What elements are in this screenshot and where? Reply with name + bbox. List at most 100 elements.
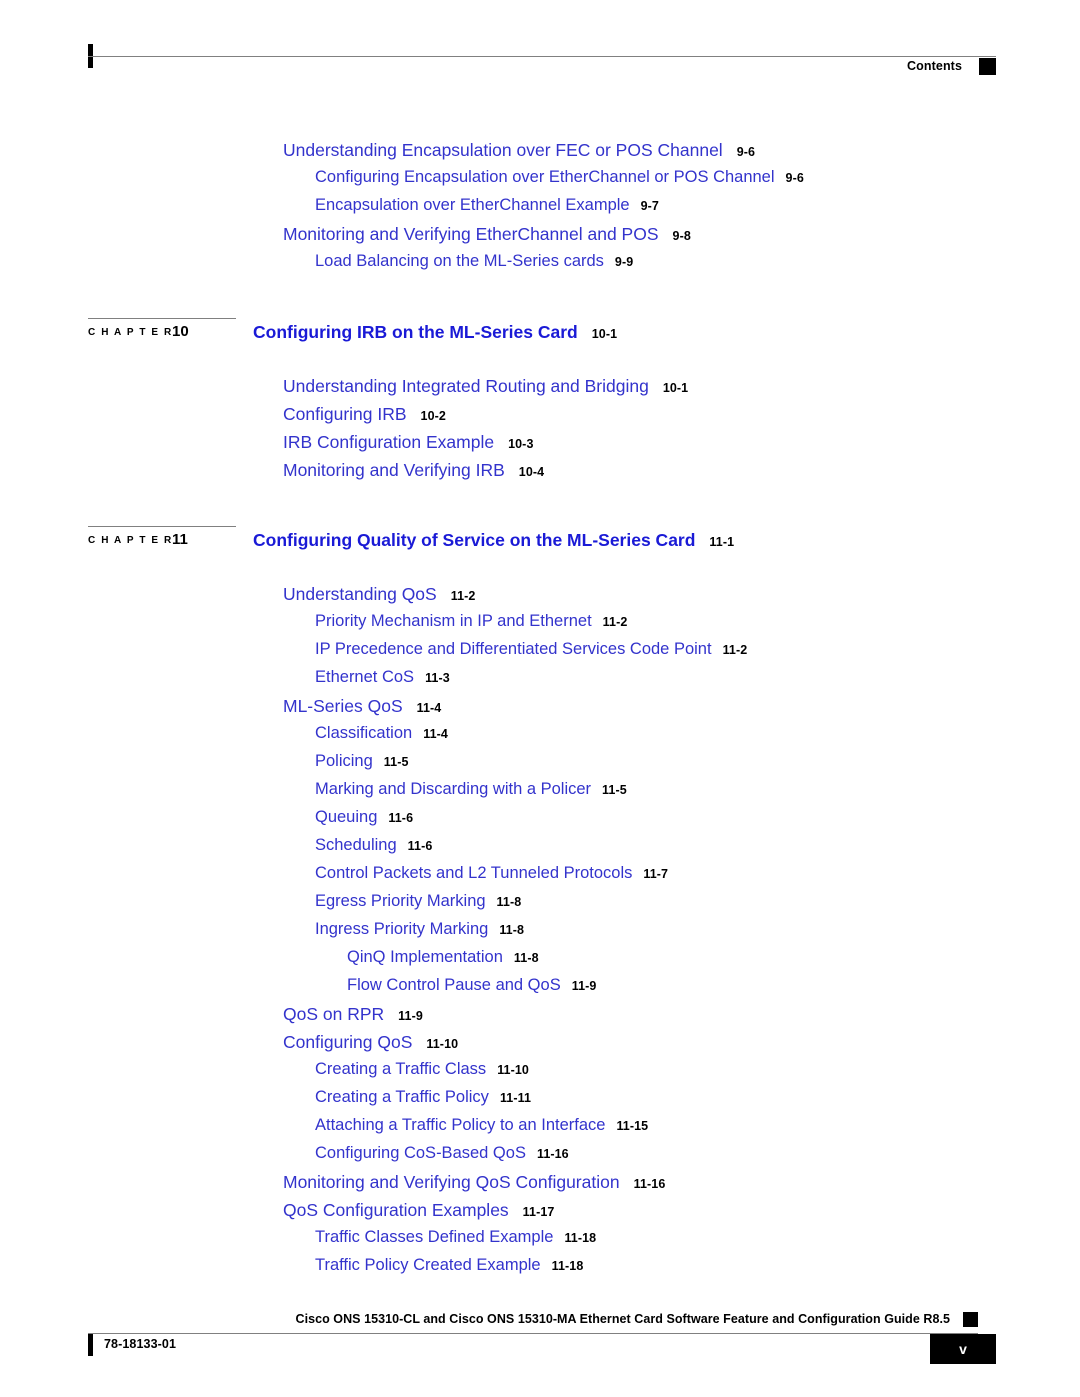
toc-entry-row[interactable]: Understanding Encapsulation over FEC or … [0,140,1080,168]
chapter-title-wrap[interactable]: Configuring Quality of Service on the ML… [253,530,734,551]
toc-entry-title-link[interactable]: Ethernet CoS [315,668,414,686]
toc-entry-row[interactable]: Understanding QoS 11-2 [0,584,1080,612]
toc-entry-row[interactable]: QoS on RPR 11-9 [0,1004,1080,1032]
toc-entry[interactable]: Monitoring and Verifying QoS Configurati… [283,1172,665,1193]
toc-entry-row[interactable]: Priority Mechanism in IP and Ethernet 11-… [0,612,1080,640]
toc-entry-title-link[interactable]: Configuring QoS [283,1032,412,1052]
toc-entry-title-link[interactable]: ML-Series QoS [283,696,403,716]
toc-entry[interactable]: Understanding Integrated Routing and Bri… [283,376,688,397]
chapter-title-link[interactable]: Configuring IRB on the ML-Series Card [253,322,578,342]
toc-entry-title-link[interactable]: QoS on RPR [283,1004,384,1024]
toc-entry-title-link[interactable]: Understanding Encapsulation over FEC or … [283,140,723,160]
toc-entry-row[interactable]: Traffic Policy Created Example 11-18 [0,1256,1080,1284]
toc-entry-title-link[interactable]: Policing [315,752,373,770]
toc-entry-row[interactable]: Encapsulation over EtherChannel Example 9… [0,196,1080,224]
toc-entry-row[interactable]: ML-Series QoS 11-4 [0,696,1080,724]
toc-entry[interactable]: Queuing 11-6 [315,808,413,827]
toc-entry-title-link[interactable]: Configuring Encapsulation over EtherChan… [315,168,775,186]
toc-entry-row[interactable]: IP Precedence and Differentiated Service… [0,640,1080,668]
toc-entry[interactable]: QoS on RPR 11-9 [283,1004,423,1025]
toc-entry-row[interactable]: Egress Priority Marking 11-8 [0,892,1080,920]
chapter-heading-row[interactable]: C H A P T E R 11 Configuring Quality of Se… [0,526,1080,572]
toc-entry-title-link[interactable]: Marking and Discarding with a Policer [315,780,591,798]
toc-entry[interactable]: Flow Control Pause and QoS 11-9 [347,976,596,995]
toc-entry-row[interactable]: Monitoring and Verifying QoS Configurati… [0,1172,1080,1200]
toc-entry-title-link[interactable]: Flow Control Pause and QoS [347,976,561,994]
toc-entry[interactable]: QoS Configuration Examples 11-17 [283,1200,554,1221]
toc-entry-row[interactable]: IRB Configuration Example 10-3 [0,432,1080,460]
toc-entry-row[interactable]: Load Balancing on the ML-Series cards 9-9 [0,252,1080,280]
toc-entry-row[interactable]: Creating a Traffic Policy 11-11 [0,1088,1080,1116]
toc-entry[interactable]: Attaching a Traffic Policy to an Interfa… [315,1116,648,1135]
toc-entry[interactable]: QinQ Implementation 11-8 [347,948,539,967]
toc-entry-title-link[interactable]: Monitoring and Verifying QoS Configurati… [283,1172,620,1192]
toc-entry[interactable]: ML-Series QoS 11-4 [283,696,441,717]
toc-entry[interactable]: Configuring CoS-Based QoS 11-16 [315,1144,569,1163]
toc-entry[interactable]: Understanding QoS 11-2 [283,584,475,605]
toc-entry-row[interactable]: QinQ Implementation 11-8 [0,948,1080,976]
toc-entry-row[interactable]: Monitoring and Verifying EtherChannel an… [0,224,1080,252]
toc-entry-title-link[interactable]: Attaching a Traffic Policy to an Interfa… [315,1116,605,1134]
toc-entry[interactable]: Creating a Traffic Policy 11-11 [315,1088,531,1107]
toc-entry-row[interactable]: Marking and Discarding with a Policer 11-… [0,780,1080,808]
toc-entry[interactable]: Monitoring and Verifying EtherChannel an… [283,224,691,245]
toc-entry[interactable]: Control Packets and L2 Tunneled Protocol… [315,864,668,883]
toc-entry-title-link[interactable]: Configuring CoS-Based QoS [315,1144,526,1162]
toc-entry-row[interactable]: Configuring CoS-Based QoS 11-16 [0,1144,1080,1172]
chapter-heading-row[interactable]: C H A P T E R 10 Configuring IRB on the ML… [0,318,1080,364]
toc-entry-row[interactable]: Ethernet CoS 11-3 [0,668,1080,696]
toc-entry-title-link[interactable]: Control Packets and L2 Tunneled Protocol… [315,864,632,882]
chapter-title-link[interactable]: Configuring Quality of Service on the ML… [253,530,695,550]
toc-entry[interactable]: IRB Configuration Example 10-3 [283,432,534,453]
toc-entry-row[interactable]: Traffic Classes Defined Example 11-18 [0,1228,1080,1256]
toc-entry-title-link[interactable]: Load Balancing on the ML-Series cards [315,252,604,270]
toc-entry-title-link[interactable]: Creating a Traffic Class [315,1060,486,1078]
toc-entry-title-link[interactable]: Configuring IRB [283,404,407,424]
toc-entry[interactable]: Egress Priority Marking 11-8 [315,892,521,911]
toc-entry-row[interactable]: Configuring QoS 11-10 [0,1032,1080,1060]
toc-entry[interactable]: Configuring QoS 11-10 [283,1032,458,1053]
toc-entry-row[interactable]: Flow Control Pause and QoS 11-9 [0,976,1080,1004]
toc-entry-row[interactable]: Policing 11-5 [0,752,1080,780]
toc-entry[interactable]: Traffic Policy Created Example 11-18 [315,1256,583,1275]
toc-entry-row[interactable]: Creating a Traffic Class 11-10 [0,1060,1080,1088]
toc-entry-row[interactable]: Classification 11-4 [0,724,1080,752]
toc-entry[interactable]: Ethernet CoS 11-3 [315,668,450,687]
toc-entry-title-link[interactable]: Traffic Classes Defined Example [315,1228,553,1246]
toc-entry-title-link[interactable]: Understanding QoS [283,584,437,604]
toc-entry[interactable]: Monitoring and Verifying IRB 10-4 [283,460,544,481]
toc-entry-title-link[interactable]: Traffic Policy Created Example [315,1256,541,1274]
toc-entry-title-link[interactable]: IRB Configuration Example [283,432,494,452]
toc-entry-title-link[interactable]: Ingress Priority Marking [315,920,488,938]
toc-entry-title-link[interactable]: QinQ Implementation [347,948,503,966]
toc-entry-title-link[interactable]: QoS Configuration Examples [283,1200,509,1220]
toc-entry-row[interactable]: Attaching a Traffic Policy to an Interfa… [0,1116,1080,1144]
toc-entry[interactable]: Scheduling 11-6 [315,836,432,855]
toc-entry-row[interactable]: QoS Configuration Examples 11-17 [0,1200,1080,1228]
toc-entry-title-link[interactable]: Priority Mechanism in IP and Ethernet [315,612,592,630]
toc-entry[interactable]: Configuring IRB 10-2 [283,404,446,425]
toc-entry-row[interactable]: Scheduling 11-6 [0,836,1080,864]
toc-entry[interactable]: Classification 11-4 [315,724,448,743]
toc-entry-title-link[interactable]: Scheduling [315,836,397,854]
toc-entry[interactable]: Load Balancing on the ML-Series cards 9-9 [315,252,633,271]
chapter-title-wrap[interactable]: Configuring IRB on the ML-Series Card 10-… [253,322,617,343]
toc-entry-title-link[interactable]: Understanding Integrated Routing and Bri… [283,376,649,396]
toc-entry-title-link[interactable]: Monitoring and Verifying EtherChannel an… [283,224,659,244]
toc-entry-row[interactable]: Understanding Integrated Routing and Bri… [0,376,1080,404]
toc-entry-row[interactable]: Queuing 11-6 [0,808,1080,836]
toc-entry[interactable]: Ingress Priority Marking 11-8 [315,920,524,939]
toc-entry-row[interactable]: Monitoring and Verifying IRB 10-4 [0,460,1080,488]
toc-entry[interactable]: Creating a Traffic Class 11-10 [315,1060,529,1079]
toc-entry-title-link[interactable]: IP Precedence and Differentiated Service… [315,640,712,658]
toc-entry-title-link[interactable]: Queuing [315,808,377,826]
toc-entry[interactable]: Policing 11-5 [315,752,409,771]
toc-entry[interactable]: Marking and Discarding with a Policer 11-… [315,780,627,799]
toc-entry-title-link[interactable]: Creating a Traffic Policy [315,1088,489,1106]
toc-entry[interactable]: IP Precedence and Differentiated Service… [315,640,747,659]
toc-entry[interactable]: Understanding Encapsulation over FEC or … [283,140,755,161]
toc-entry-title-link[interactable]: Encapsulation over EtherChannel Example [315,196,630,214]
toc-entry[interactable]: Traffic Classes Defined Example 11-18 [315,1228,596,1247]
toc-entry[interactable]: Configuring Encapsulation over EtherChan… [315,168,804,187]
toc-entry-title-link[interactable]: Classification [315,724,412,742]
